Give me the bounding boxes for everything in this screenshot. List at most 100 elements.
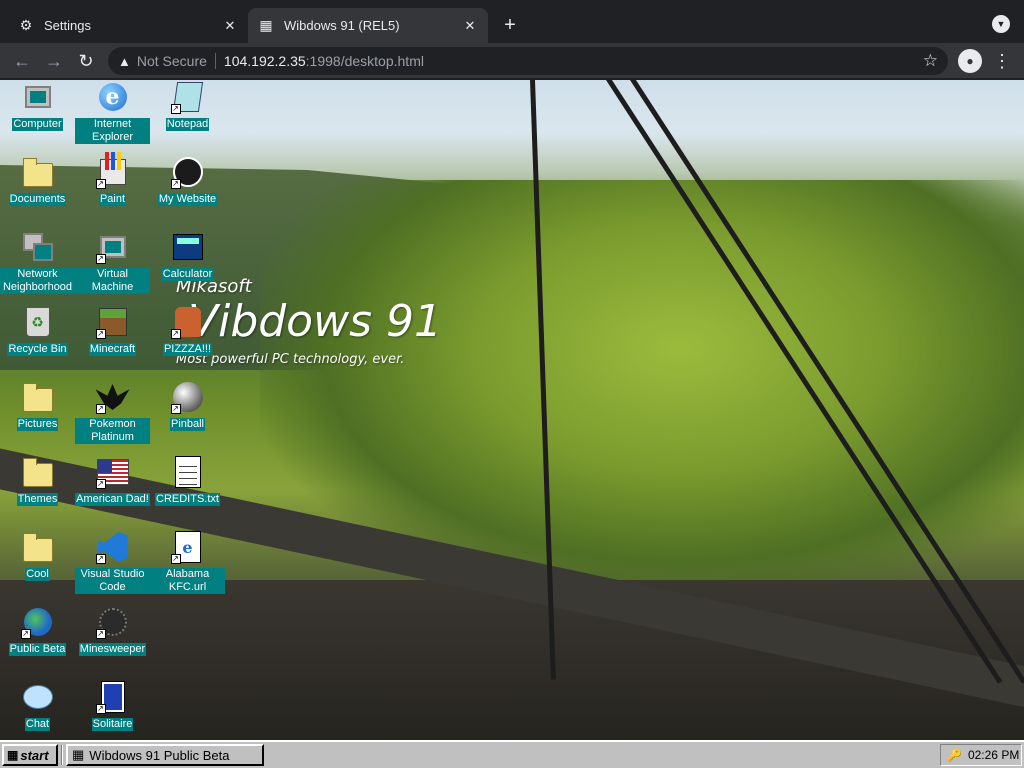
- tab-settings[interactable]: ⚙ Settings ✕: [8, 8, 248, 43]
- close-tab-icon[interactable]: ✕: [222, 18, 238, 34]
- url-host: 104.192.2.35: [223, 53, 306, 69]
- icon-label: Network Neighborhood: [0, 268, 75, 294]
- us-flag-icon: ↗: [95, 455, 130, 489]
- folder-icon: [21, 455, 55, 489]
- icon-label: Virtual Machine: [75, 268, 150, 294]
- tab-search-dropdown-icon[interactable]: ▼: [992, 15, 1010, 33]
- tab-label: Wibdows 91 (REL5): [284, 18, 400, 33]
- icon-label: My Website: [157, 193, 218, 206]
- gear-icon: ⚙: [19, 17, 33, 33]
- start-label: start: [20, 747, 49, 763]
- network-icon: [21, 230, 55, 264]
- computer-icon: [21, 80, 55, 114]
- back-arrow-icon[interactable]: ←: [10, 49, 34, 73]
- icon-label: Documents: [8, 193, 67, 206]
- taskbar-window-label: Wibdows 91 Public Beta: [89, 747, 230, 763]
- forward-arrow-icon[interactable]: →: [42, 49, 66, 73]
- icon-label: American Dad!: [75, 493, 150, 506]
- key-icon[interactable]: 🔑: [947, 748, 962, 762]
- browser-toolbar: ← → ↻ ▲ Not Secure 104.192.2.35 :1998/de…: [0, 43, 1024, 79]
- desktop-icon-network-neighborhood[interactable]: Network Neighborhood: [0, 230, 75, 296]
- browser-tab-strip: ⚙ Settings ✕ ▦ Wibdows 91 (REL5) ✕ + ▼: [0, 0, 1024, 43]
- desktop-icon-pictures[interactable]: Pictures: [0, 380, 75, 446]
- icon-label: Internet Explorer: [75, 118, 150, 144]
- wibdows-window-icon: ▦: [72, 747, 85, 762]
- desktop-icon-cool[interactable]: Cool: [0, 530, 75, 596]
- folder-icon: [21, 380, 55, 414]
- mine-icon: ↗: [95, 605, 130, 639]
- folder-icon: [21, 530, 55, 564]
- profile-avatar-icon[interactable]: ●: [958, 49, 982, 73]
- desktop-icon-visual-studio-code[interactable]: ↗ Visual Studio Code: [75, 530, 150, 596]
- desktop-icon-pinball[interactable]: ↗ Pinball: [150, 380, 225, 446]
- icon-label: Themes: [16, 493, 59, 506]
- desktop-icon-credits[interactable]: CREDITS.txt: [150, 455, 225, 521]
- icon-label: Minecraft: [88, 343, 137, 356]
- desktop-icon-alabama-kfc[interactable]: e ↗ Alabama KFC.url: [150, 530, 225, 596]
- divider: [214, 53, 216, 69]
- icon-label: Notepad: [165, 118, 210, 131]
- security-indicator[interactable]: Not Secure: [137, 53, 207, 69]
- vscode-icon: ↗: [95, 530, 130, 564]
- tab-wibdows[interactable]: ▦ Wibdows 91 (REL5) ✕: [248, 8, 488, 43]
- desktop-icon-minecraft[interactable]: ↗ Minecraft: [75, 305, 150, 371]
- text-document-icon: [171, 455, 205, 489]
- icon-label: PIZZZA!!!: [162, 343, 213, 356]
- taskbar-window-button[interactable]: ▦ Wibdows 91 Public Beta: [66, 744, 264, 766]
- tray-clock[interactable]: 02:26 PM: [968, 748, 1019, 762]
- desktop-icon-pokemon-platinum[interactable]: ↗ Pokemon Platinum: [75, 380, 150, 446]
- system-tray: 🔑 02:26 PM: [940, 744, 1022, 766]
- desktop-icon-internet-explorer[interactable]: e Internet Explorer: [75, 80, 150, 146]
- desktop-icon-pizzza[interactable]: ↗ PIZZZA!!!: [150, 305, 225, 371]
- desktop-icon-chat[interactable]: Chat: [0, 680, 75, 740]
- icon-label: Pinball: [169, 418, 206, 431]
- desktop-icon-minesweeper[interactable]: ↗ Minesweeper: [75, 605, 150, 671]
- warning-triangle-icon[interactable]: ▲: [118, 54, 131, 69]
- cards-icon: ↗: [95, 680, 130, 714]
- computer-icon: ↗: [95, 230, 130, 264]
- desktop-icon-my-website[interactable]: ↗ My Website: [150, 155, 225, 221]
- icon-label: Chat: [24, 718, 51, 731]
- desktop-icon-virtual-machine[interactable]: ↗ Virtual Machine: [75, 230, 150, 296]
- url-path: :1998/desktop.html: [305, 53, 424, 69]
- bookmark-star-icon[interactable]: ☆: [923, 51, 938, 71]
- icon-label: Minesweeper: [78, 643, 147, 656]
- icon-label: Pictures: [16, 418, 59, 431]
- reload-icon[interactable]: ↻: [74, 49, 98, 73]
- browser-menu-icon[interactable]: ⋮: [993, 49, 1011, 73]
- close-tab-icon[interactable]: ✕: [462, 18, 478, 34]
- taskbar: ▦ start ▦ Wibdows 91 Public Beta 🔑 02:26…: [0, 740, 1024, 768]
- pinball-icon: ↗: [170, 380, 205, 414]
- icon-label: Recycle Bin: [7, 343, 68, 356]
- icon-label: Pokemon Platinum: [75, 418, 150, 444]
- notepad-icon: ↗: [170, 80, 205, 114]
- desktop-icon-public-beta[interactable]: ↗ Public Beta: [0, 605, 75, 671]
- desktop-icon-computer[interactable]: Computer: [0, 80, 75, 146]
- icon-label: Computer: [12, 118, 63, 131]
- taskbar-divider: [61, 745, 63, 765]
- icon-label: Visual Studio Code: [75, 568, 150, 594]
- desktop[interactable]: Mikasoft Vibdows 91 Most powerful PC tec…: [0, 80, 1024, 740]
- icon-label: Cool: [25, 568, 50, 581]
- chair-icon: ↗: [170, 305, 205, 339]
- icon-label: Public Beta: [8, 643, 67, 656]
- desktop-icon-notepad[interactable]: ↗ Notepad: [150, 80, 225, 146]
- desktop-icon-american-dad[interactable]: ↗ American Dad!: [75, 455, 150, 521]
- paint-icon: ↗: [95, 152, 130, 189]
- desktop-icon-documents[interactable]: Documents: [0, 155, 75, 221]
- icon-label: Solitaire: [91, 718, 134, 731]
- desktop-icon-themes[interactable]: Themes: [0, 455, 75, 521]
- desktop-icon-paint[interactable]: ↗ Paint: [75, 152, 150, 221]
- tab-label: Settings: [44, 18, 91, 33]
- desktop-icon-solitaire[interactable]: ↗ Solitaire: [75, 680, 150, 740]
- start-button[interactable]: ▦ start: [2, 744, 58, 766]
- logo-product: Vibdows 91: [188, 296, 442, 347]
- icon-label: Calculator: [161, 268, 214, 281]
- desktop-icon-recycle-bin[interactable]: ♻ Recycle Bin: [0, 305, 75, 371]
- globe-icon: ↗: [20, 605, 55, 639]
- address-bar[interactable]: ▲ Not Secure 104.192.2.35 :1998/desktop.…: [108, 47, 948, 75]
- internet-explorer-icon: e: [96, 80, 130, 114]
- new-tab-button[interactable]: +: [498, 13, 522, 37]
- folder-icon: [21, 155, 55, 189]
- desktop-icon-calculator[interactable]: Calculator: [150, 230, 225, 296]
